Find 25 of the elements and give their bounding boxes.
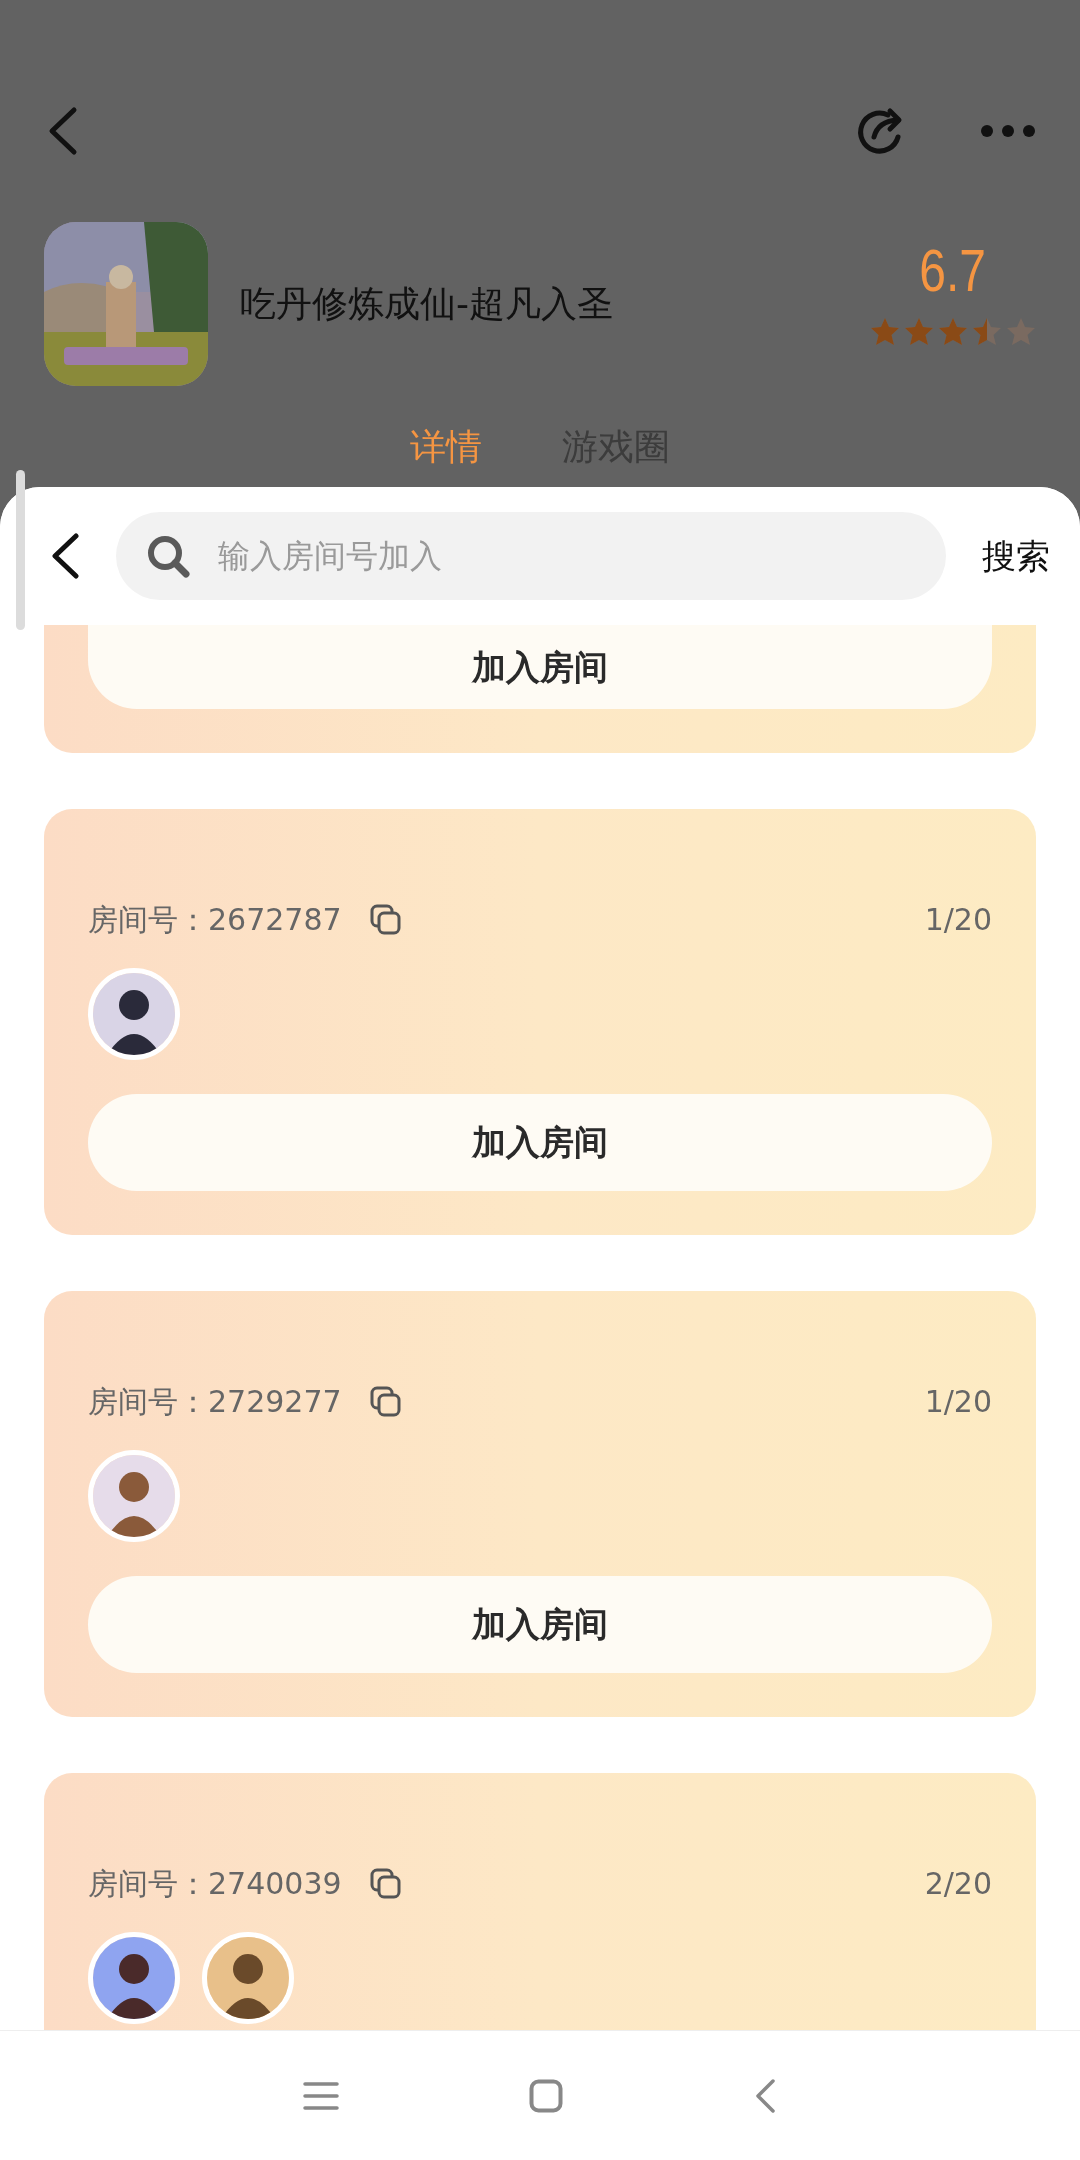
more-icon[interactable] [980,124,1036,138]
room-number: 房间号：2740039 [88,1865,342,1903]
rating-score: 6.7 [919,241,987,301]
member-count: 1/20 [924,1383,992,1421]
room-number: 房间号：2672787 [88,901,342,939]
copy-icon[interactable] [369,1385,402,1418]
star-icon [1006,317,1036,347]
join-room-button[interactable]: 加入房间 [88,1576,992,1673]
member-count: 1/20 [924,901,992,939]
menu-icon[interactable] [303,2079,339,2112]
member-count: 2/20 [924,1865,992,1903]
star-icon [904,317,934,347]
star-icon [938,317,968,347]
star-icon [870,317,900,347]
search-button[interactable]: 搜索 [982,530,1050,582]
star-icon [972,317,1002,347]
search-field[interactable]: 输入房间号加入 [116,512,946,600]
home-icon[interactable] [529,2078,563,2113]
room-number: 房间号：2729277 [88,1383,342,1421]
join-room-button[interactable]: 加入房间 [88,625,992,709]
join-room-button[interactable]: 加入房间 [88,1094,992,1191]
back-icon[interactable] [50,533,80,579]
game-title: 吃丹修炼成仙-超凡入圣 [240,282,614,326]
copy-icon[interactable] [369,903,402,936]
copy-icon[interactable] [369,1867,402,1900]
